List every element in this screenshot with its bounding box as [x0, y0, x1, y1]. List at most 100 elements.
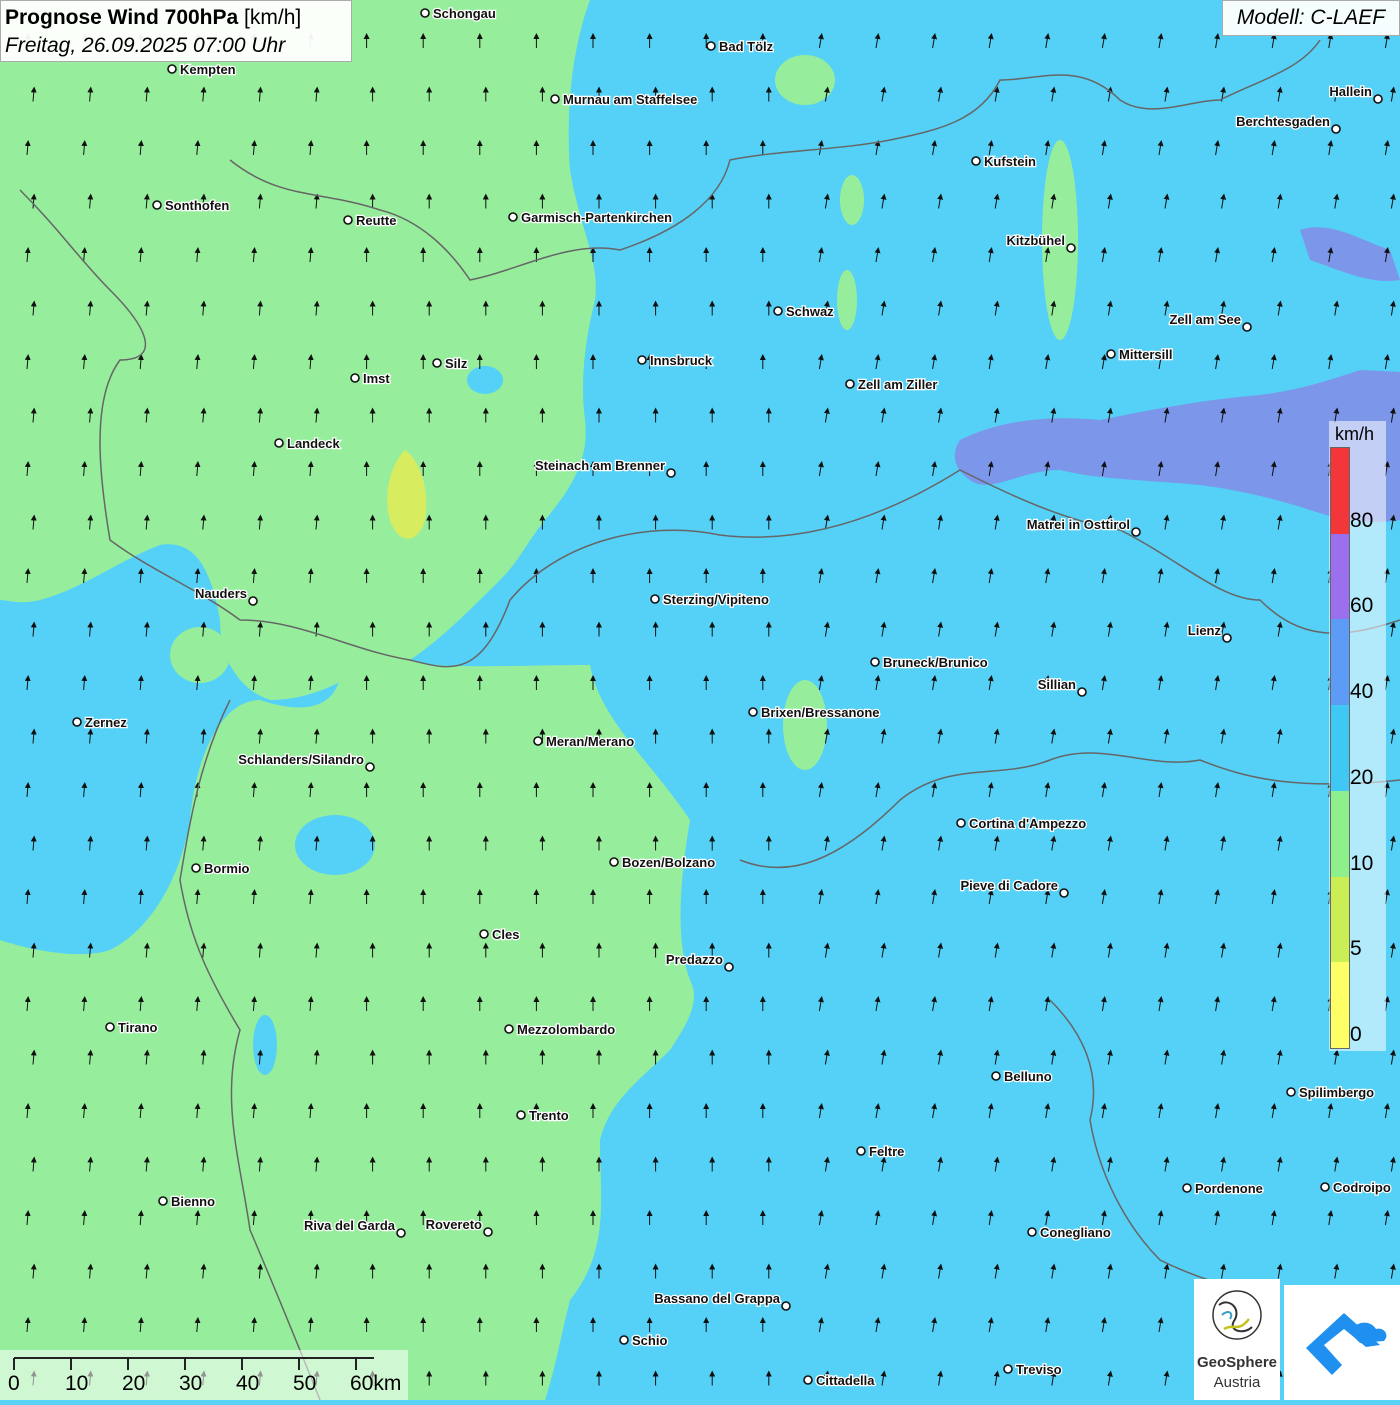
city-label: Trento [529, 1108, 569, 1123]
city-dot-icon [856, 1146, 866, 1156]
city-label: Hallein [1329, 84, 1372, 99]
map-title: Prognose Wind 700hPa [km/h] [5, 6, 302, 29]
legend-swatch [1331, 705, 1349, 791]
city-dot-icon [343, 215, 353, 225]
legend-swatch [1331, 533, 1349, 620]
city-label: Schongau [433, 6, 496, 21]
city-marker: Cortina d'Ampezzo [956, 815, 1088, 832]
city-dot-icon [479, 929, 489, 939]
city-dot-icon [991, 1071, 1001, 1081]
city-dot-icon [1027, 1227, 1037, 1237]
city-dot-icon [274, 438, 284, 448]
city-dot-icon [956, 818, 966, 828]
city-dot-icon [971, 156, 981, 166]
color-legend: km/h 0 5 10 20 40 60 80 [1329, 421, 1386, 1051]
city-label: Mittersill [1119, 347, 1172, 362]
city-label: Tirano [118, 1020, 158, 1035]
city-dot-icon [748, 707, 758, 717]
city-dot-icon [105, 1022, 115, 1032]
scale-label: 0 [8, 1372, 20, 1395]
wind-map[interactable]: Schongau Kempten Bad Tölz Murnau am Staffel… [0, 0, 1400, 1400]
city-dot-icon [781, 1301, 791, 1311]
city-dot-icon [1373, 94, 1383, 104]
legend-tick-label: 0 [1350, 1023, 1362, 1046]
city-dot-icon [483, 1227, 493, 1237]
city-dot-icon [666, 468, 676, 478]
city-marker: Spilimbergo [1286, 1084, 1375, 1101]
city-dot-icon [1222, 633, 1232, 643]
city-marker: Bruneck/Brunico [870, 654, 989, 671]
city-dot-icon [1077, 687, 1087, 697]
city-label: Kempten [180, 62, 236, 77]
city-dot-icon [516, 1110, 526, 1120]
city-label: Nauders [195, 586, 247, 601]
city-dot-icon [803, 1375, 813, 1385]
city-dot-icon [72, 717, 82, 727]
city-label: Bozen/Bolzano [622, 855, 715, 870]
legend-swatch [1331, 448, 1349, 534]
model-label: Modell: C-LAEF [1222, 0, 1400, 36]
city-label: Riva del Garda [304, 1218, 396, 1233]
city-marker: Sterzing/Vipiteno [650, 591, 770, 608]
legend-tick-label: 10 [1350, 851, 1374, 875]
city-label: Predazzo [666, 952, 723, 967]
city-label: Schio [632, 1333, 667, 1348]
city-label: Lienz [1188, 623, 1222, 638]
city-dot-icon [724, 962, 734, 972]
city-label: Cortina d'Ampezzo [969, 816, 1086, 831]
city-label: Bassano del Grappa [654, 1291, 780, 1306]
city-label: Garmisch-Partenkirchen [521, 210, 672, 225]
city-label: Steinach am Brenner [535, 458, 665, 473]
city-dot-icon [365, 762, 375, 772]
city-label: Murnau am Staffelsee [563, 92, 697, 107]
city-label: Imst [363, 371, 390, 386]
city-dot-icon [773, 306, 783, 316]
city-label: Berchtesgaden [1236, 114, 1330, 129]
unit-label: [km/h] [244, 6, 302, 29]
city-marker: Schongau [420, 5, 497, 22]
city-label: Pordenone [1195, 1181, 1263, 1196]
scale-label: 40 [236, 1372, 260, 1395]
city-label: Bienno [171, 1194, 215, 1209]
city-label: Innsbruck [650, 353, 713, 368]
legend-tick-label: 40 [1350, 680, 1374, 704]
city-dot-icon [1286, 1087, 1296, 1097]
city-dot-icon [1059, 888, 1069, 898]
city-label: Bormio [204, 861, 250, 876]
city-dot-icon [550, 94, 560, 104]
city-dot-icon [420, 8, 430, 18]
legend-tick-label: 80 [1350, 508, 1374, 532]
city-dot-icon [1320, 1182, 1330, 1192]
city-dot-icon [396, 1228, 406, 1238]
city-label: Mezzolombardo [517, 1022, 615, 1037]
city-dot-icon [158, 1196, 168, 1206]
city-label: Landeck [287, 436, 341, 451]
city-dot-icon [167, 64, 177, 74]
legend-unit: km/h [1335, 424, 1375, 444]
city-label: Zell am Ziller [858, 377, 937, 392]
city-label: Rovereto [426, 1217, 482, 1232]
geosphere-logo: GeoSphere Austria [1194, 1279, 1280, 1400]
city-dot-icon [1131, 527, 1141, 537]
city-label: Reutte [356, 213, 396, 228]
city-marker: Zell am Ziller [845, 376, 939, 393]
city-dot-icon [650, 594, 660, 604]
city-dot-icon [152, 200, 162, 210]
city-dot-icon [432, 358, 442, 368]
legend-swatch [1331, 790, 1349, 877]
city-dot-icon [350, 373, 360, 383]
city-marker: Conegliano [1027, 1224, 1112, 1241]
scale-label: 60km [350, 1372, 402, 1395]
scale-bar: 0 10 20 30 40 50 60km [0, 1350, 408, 1400]
geosphere-country: Austria [1213, 1374, 1261, 1391]
city-label: Feltre [869, 1144, 904, 1159]
scale-label: 50 [293, 1372, 317, 1395]
city-label: Sillian [1038, 677, 1076, 692]
city-dot-icon [533, 736, 543, 746]
city-label: Matrei in Osttirol [1027, 517, 1130, 532]
city-label: Bruneck/Brunico [883, 655, 988, 670]
city-marker: Innsbruck [637, 352, 714, 369]
city-label: Meran/Merano [546, 734, 634, 749]
city-label: Schlanders/Silandro [238, 752, 364, 767]
city-label: Schwaz [786, 304, 834, 319]
